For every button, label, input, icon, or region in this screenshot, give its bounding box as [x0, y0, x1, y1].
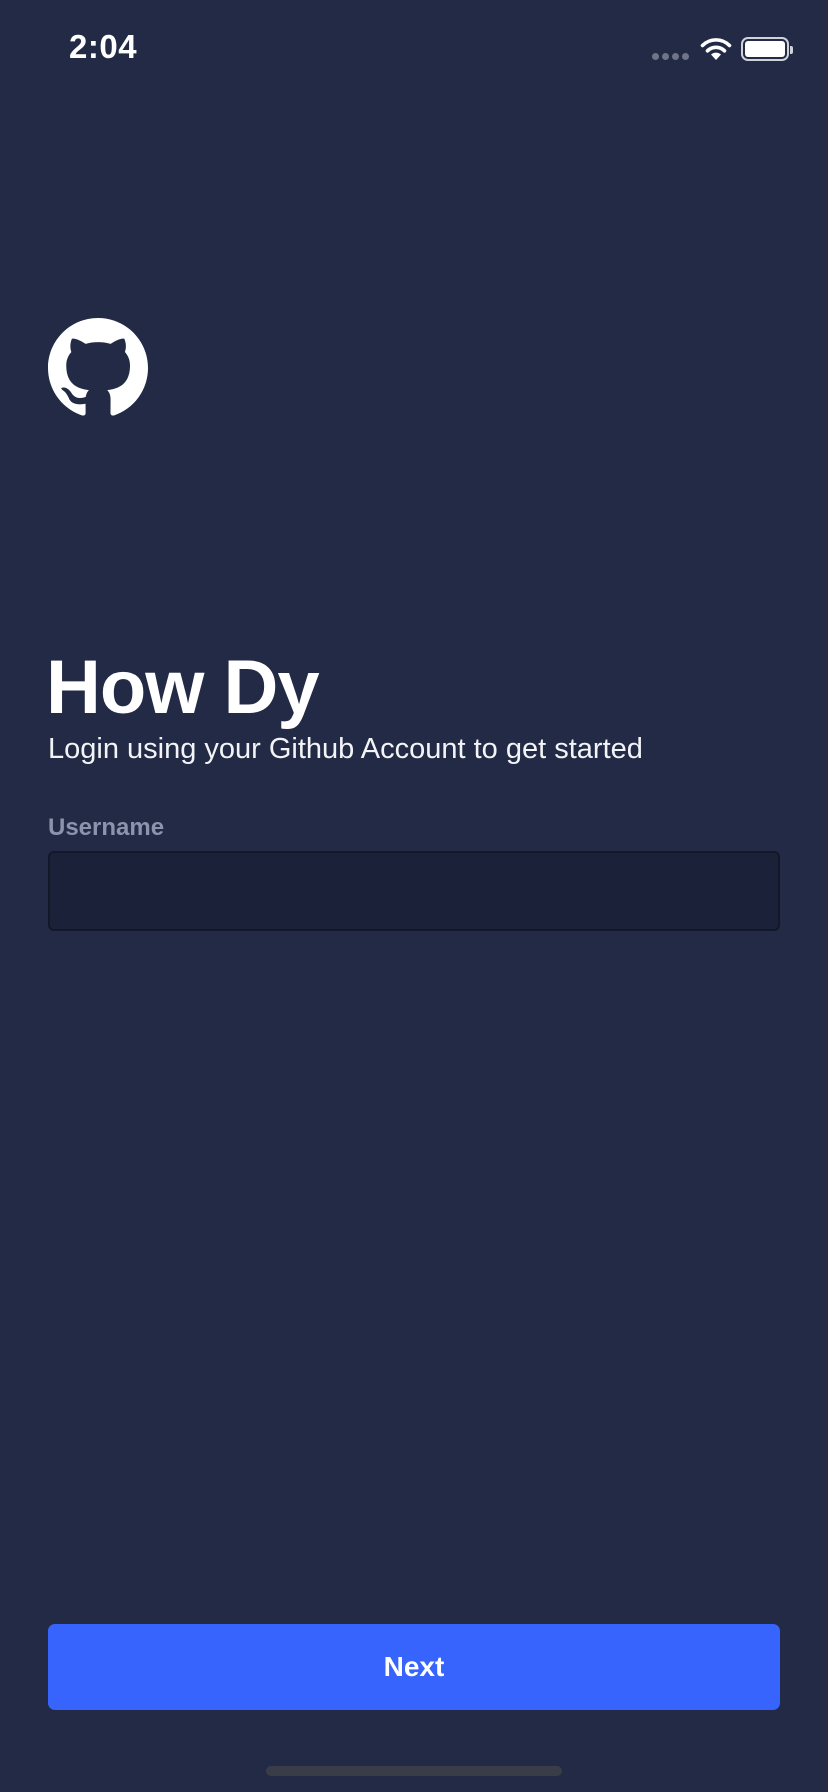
- page-subtitle: Login using your Github Account to get s…: [48, 733, 643, 765]
- page-title: How Dy: [46, 645, 320, 730]
- wifi-icon: [700, 38, 732, 60]
- battery-icon: [741, 37, 793, 61]
- username-label: Username: [48, 814, 165, 841]
- home-indicator: [266, 1766, 562, 1776]
- username-input[interactable]: [48, 851, 780, 931]
- signal-dots-icon: [652, 53, 689, 60]
- next-button[interactable]: Next: [48, 1624, 780, 1710]
- status-time: 2:04: [69, 28, 138, 65]
- github-octocat-icon: [48, 318, 148, 416]
- login-screen: 2:04 How Dy Login using your Github Acco…: [0, 0, 828, 1792]
